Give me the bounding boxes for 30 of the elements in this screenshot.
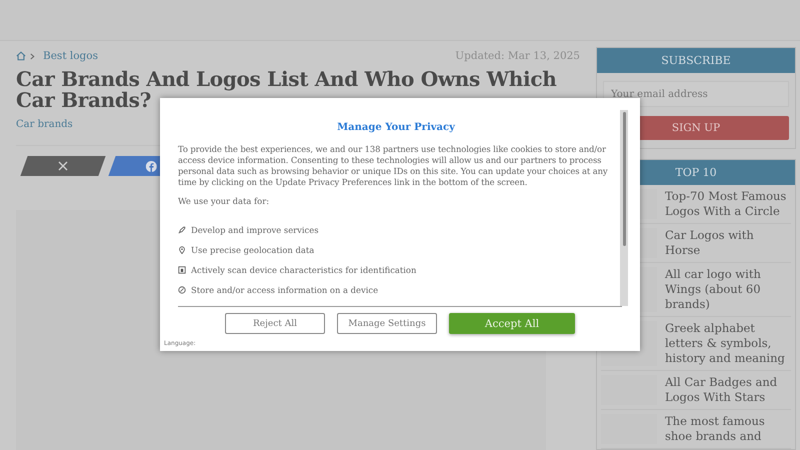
purpose-text: Develop and improve services: [191, 225, 319, 235]
purpose-text: Store and/or access information on a device: [191, 285, 378, 295]
top-article-link[interactable]: The most famous shoe brands and: [665, 414, 791, 444]
purpose-text: Use precise geolocation data: [191, 245, 314, 255]
scan-icon: [178, 266, 186, 274]
location-pin-icon: [178, 246, 186, 254]
purposes-label: We use your data for:: [178, 196, 270, 206]
circle-icon: [178, 286, 186, 294]
top-article-link[interactable]: Greek alphabet letters & symbols, history and meaning: [665, 321, 791, 366]
top-article-link[interactable]: Top-70 Most Famous Logos With a Circle: [665, 189, 791, 219]
purpose-text: Actively scan device characteristics for identification: [191, 265, 416, 275]
x-logo-icon: [58, 161, 68, 171]
article-title: Car Brands And Logos List And Who Owns Which Car Brands?: [16, 69, 558, 111]
category-link[interactable]: Car brands: [16, 119, 73, 130]
dialog-title: Manage Your Privacy: [336, 122, 456, 133]
updated-date: Updated: Mar 13, 2025: [455, 50, 580, 62]
top-article-link[interactable]: All car logo with Wings (about 60 brands): [665, 267, 791, 312]
subscribe-heading: SUBSCRIBE: [597, 48, 795, 73]
scrollbar[interactable]: [620, 110, 628, 306]
top-article-link[interactable]: All Car Badges and Logos With Stars: [665, 375, 791, 405]
dialog-button[interactable]: Manage Settings: [337, 313, 437, 334]
email-field[interactable]: Your email address: [603, 81, 789, 107]
share-x-button[interactable]: [20, 156, 106, 176]
accept-button[interactable]: Accept All: [449, 313, 575, 334]
top-article-link[interactable]: Car Logos with Horse: [665, 228, 791, 258]
dialog-button[interactable]: Reject All: [225, 313, 325, 334]
breadcrumb-link[interactable]: Best logos: [43, 50, 98, 62]
facebook-icon: [146, 160, 156, 172]
home-icon[interactable]: [16, 51, 26, 61]
chevron-icon: [30, 52, 35, 60]
